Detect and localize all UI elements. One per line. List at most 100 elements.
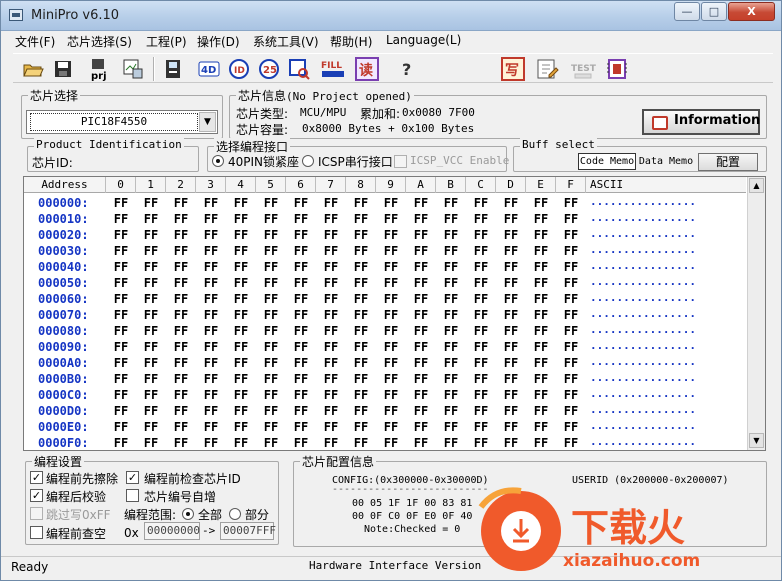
table-row[interactable]: 000080: FF FF FF FF FF FF FF FF FF FF FF FF FF FF FF FF.… — [24, 323, 746, 339]
hex-cell[interactable]: FF — [559, 340, 583, 354]
hex-cell[interactable]: FF — [199, 436, 223, 450]
hex-cell[interactable]: FF — [199, 292, 223, 306]
hex-cell[interactable]: FF — [379, 436, 403, 450]
hex-cell[interactable]: FF — [229, 196, 253, 210]
hex-cell[interactable]: FF — [439, 244, 463, 258]
hex-cell[interactable]: FF — [559, 388, 583, 402]
hex-cell[interactable]: FF — [529, 436, 553, 450]
hex-cell[interactable]: FF — [169, 260, 193, 274]
hex-cell[interactable]: FF — [139, 356, 163, 370]
hex-cell[interactable]: FF — [559, 436, 583, 450]
erase-before-checkbox[interactable]: ✓ — [30, 471, 43, 484]
menu-system-tools[interactable]: 系统工具(V) — [253, 33, 319, 50]
hex-cell[interactable]: FF — [529, 212, 553, 226]
hex-cell[interactable]: FF — [439, 404, 463, 418]
hex-cell[interactable]: FF — [169, 228, 193, 242]
hex-cell[interactable]: FF — [409, 324, 433, 338]
hex-cell[interactable]: FF — [139, 212, 163, 226]
hex-cell[interactable]: FF — [289, 212, 313, 226]
hex-cell[interactable]: FF — [349, 276, 373, 290]
hex-cell[interactable]: FF — [139, 436, 163, 450]
hex-cell[interactable]: FF — [409, 340, 433, 354]
hex-cell[interactable]: FF — [139, 404, 163, 418]
hex-cell[interactable]: FF — [229, 276, 253, 290]
hex-cell[interactable]: FF — [559, 292, 583, 306]
write-icon[interactable]: 写 — [501, 57, 525, 81]
hex-cell[interactable]: FF — [169, 196, 193, 210]
hex-cell[interactable]: FF — [169, 340, 193, 354]
hex-cell[interactable]: FF — [199, 404, 223, 418]
hex-cell[interactable]: FF — [319, 420, 343, 434]
hex-cell[interactable]: FF — [379, 404, 403, 418]
hex-cell[interactable]: FF — [379, 324, 403, 338]
hex-cell[interactable]: FF — [289, 276, 313, 290]
hex-cell[interactable]: FF — [409, 388, 433, 402]
hex-cell[interactable]: FF — [109, 340, 133, 354]
hex-cell[interactable]: FF — [139, 276, 163, 290]
hex-cell[interactable]: FF — [199, 260, 223, 274]
hex-cell[interactable]: FF — [199, 356, 223, 370]
hex-cell[interactable]: FF — [379, 372, 403, 386]
table-row[interactable]: 000000: FF FF FF FF FF FF FF FF FF FF FF FF FF FF FF FF.… — [24, 195, 746, 211]
hex-cell[interactable]: FF — [109, 372, 133, 386]
hex-cell[interactable]: FF — [109, 196, 133, 210]
hex-cell[interactable]: FF — [529, 356, 553, 370]
4d-icon[interactable]: 4D — [197, 57, 221, 81]
hex-cell[interactable]: FF — [529, 260, 553, 274]
hex-cell[interactable]: FF — [499, 420, 523, 434]
hex-cell[interactable]: FF — [439, 212, 463, 226]
hex-cell[interactable]: FF — [199, 244, 223, 258]
hex-cell[interactable]: FF — [439, 276, 463, 290]
hex-cell[interactable]: FF — [469, 228, 493, 242]
hex-cell[interactable]: FF — [469, 340, 493, 354]
hex-cell[interactable]: FF — [409, 308, 433, 322]
chip-view-icon[interactable] — [121, 57, 145, 81]
hex-cell[interactable]: FF — [499, 372, 523, 386]
hex-cell[interactable]: FF — [109, 292, 133, 306]
table-row[interactable]: 000030: FF FF FF FF FF FF FF FF FF FF FF FF FF FF FF FF.… — [24, 243, 746, 259]
hex-cell[interactable]: FF — [349, 228, 373, 242]
hex-cell[interactable]: FF — [229, 308, 253, 322]
hex-cell[interactable]: FF — [109, 436, 133, 450]
table-row[interactable]: 000010: FF FF FF FF FF FF FF FF FF FF FF FF FF FF FF FF.… — [24, 211, 746, 227]
table-row[interactable]: 0000F0: FF FF FF FF FF FF FF FF FF FF FF FF FF FF FF FF.… — [24, 435, 746, 450]
hex-cell[interactable]: FF — [379, 308, 403, 322]
hex-cell[interactable]: FF — [199, 420, 223, 434]
hex-cell[interactable]: FF — [499, 228, 523, 242]
hex-cell[interactable]: FF — [349, 244, 373, 258]
hex-cell[interactable]: FF — [529, 276, 553, 290]
hex-cell[interactable]: FF — [319, 228, 343, 242]
end-address-input[interactable]: 00007FFF — [220, 522, 276, 540]
menu-language[interactable]: Language(L) — [386, 33, 461, 47]
hex-cell[interactable]: FF — [349, 292, 373, 306]
hex-cell[interactable]: FF — [199, 372, 223, 386]
hex-cell[interactable]: FF — [409, 404, 433, 418]
hex-cell[interactable]: FF — [439, 260, 463, 274]
hex-cell[interactable]: FF — [109, 276, 133, 290]
hex-cell[interactable]: FF — [469, 404, 493, 418]
chip-select-dropdown[interactable]: PIC18F4550 ▼ — [26, 110, 218, 134]
hex-cell[interactable]: FF — [469, 292, 493, 306]
hex-cell[interactable]: FF — [529, 420, 553, 434]
hex-cell[interactable]: FF — [469, 436, 493, 450]
open-icon[interactable] — [21, 57, 45, 81]
hex-cell[interactable]: FF — [139, 260, 163, 274]
hex-cell[interactable]: FF — [289, 308, 313, 322]
hex-cell[interactable]: FF — [259, 404, 283, 418]
hex-cell[interactable]: FF — [559, 260, 583, 274]
hex-cell[interactable]: FF — [439, 372, 463, 386]
hex-cell[interactable]: FF — [289, 436, 313, 450]
hex-cell[interactable]: FF — [469, 324, 493, 338]
hex-cell[interactable]: FF — [499, 308, 523, 322]
hex-cell[interactable]: FF — [199, 388, 223, 402]
information-button[interactable]: Information — [642, 109, 760, 135]
hex-cell[interactable]: FF — [439, 292, 463, 306]
hex-cell[interactable]: FF — [499, 404, 523, 418]
hex-cell[interactable]: FF — [289, 292, 313, 306]
hex-cell[interactable]: FF — [469, 212, 493, 226]
hex-cell[interactable]: FF — [109, 212, 133, 226]
hex-cell[interactable]: FF — [229, 436, 253, 450]
hex-cell[interactable]: FF — [229, 212, 253, 226]
hex-cell[interactable]: FF — [259, 212, 283, 226]
hex-cell[interactable]: FF — [169, 244, 193, 258]
